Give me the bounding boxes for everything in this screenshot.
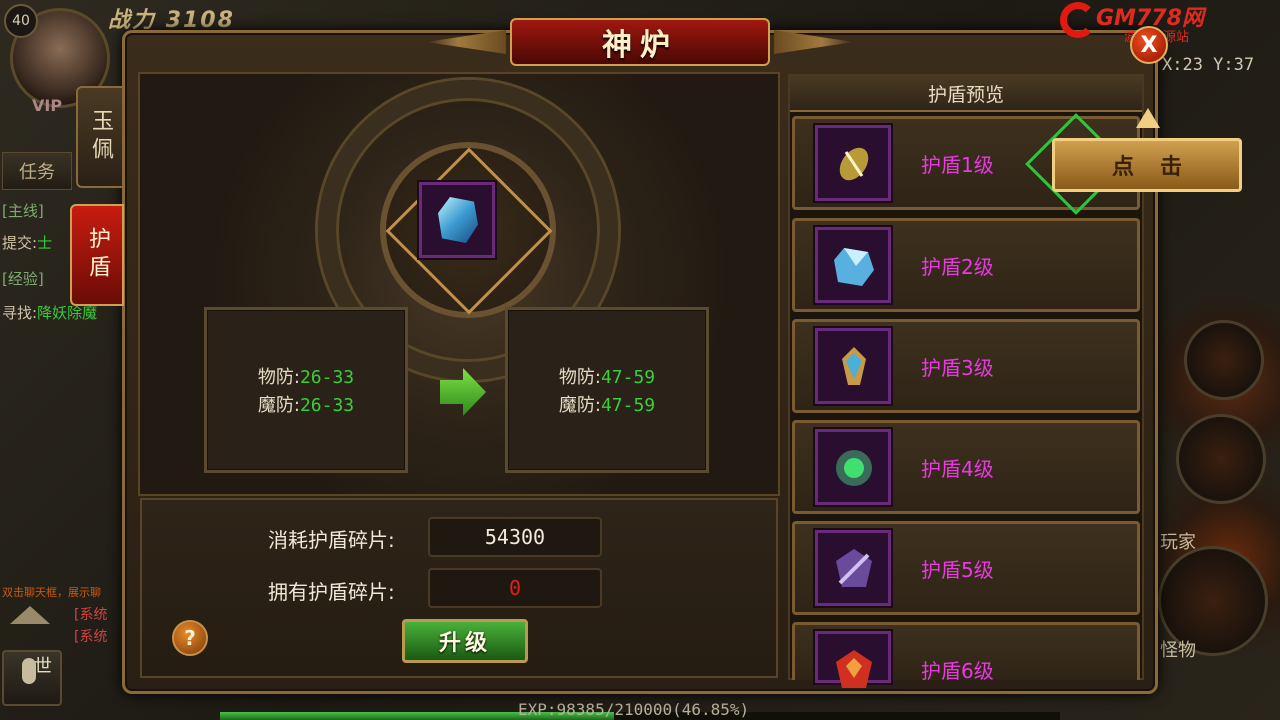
level-badge: 40 [4,4,38,38]
level-label: 护盾4级 [921,457,994,481]
green-orb-shield-icon [836,450,872,486]
list-item[interactable]: 护盾2级 [792,218,1140,312]
preview-header: 护盾预览 [790,76,1142,112]
cost-need-label: 消耗护盾碎片: [268,528,395,552]
phys-defense-row: 物防:47-59 [558,367,656,388]
target-player-button[interactable]: 玩家 [1160,528,1196,554]
level-label: 护盾6级 [921,659,994,683]
tab-shield[interactable]: 护盾 [70,204,124,306]
chat-hint: 双击聊天框，展示聊 [2,586,101,599]
system-message: [系统 [74,607,108,623]
level-label: 护盾2级 [921,255,994,279]
magic-defense-row: 魔防:47-59 [558,395,656,416]
skill-slot[interactable] [1184,320,1264,400]
vip-badge[interactable]: VIP [32,96,62,115]
cost-need-value: 54300 [428,517,602,557]
list-item[interactable]: 护盾4级 [792,420,1140,514]
cost-have-value: 0 [428,568,602,608]
list-item[interactable]: 护盾5级 [792,521,1140,615]
help-button[interactable]: ? [172,620,208,656]
panel-title-plate: 神炉 [420,16,860,72]
phys-defense-row: 物防:26-33 [257,367,355,388]
tutorial-click-button[interactable]: 点击 [1052,138,1242,192]
chat-expand-icon[interactable] [10,606,50,624]
next-stats-box: 物防:47-59 魔防:47-59 [505,307,709,473]
watermark-logo-icon [1060,2,1096,38]
exp-text: EXP:98385/210000(46.85%) [518,700,750,719]
red-shield-icon [836,650,872,688]
item-slot [815,429,891,505]
task-tab[interactable]: 任务 [2,152,72,190]
quest-submit[interactable]: 提交:士 [2,232,52,253]
item-slot [815,631,891,688]
item-slot [815,530,891,606]
list-item[interactable]: 护盾6级 [792,622,1140,688]
quest-main-tag[interactable]: [主线] [2,200,44,221]
upgrade-button[interactable]: 升级 [402,619,528,663]
item-slot [815,125,891,201]
purple-shield-icon [836,549,872,587]
close-button[interactable]: X [1130,26,1168,64]
magic-defense-row: 魔防:26-33 [257,395,355,416]
tab-jade-pendant[interactable]: 玉佩 [76,86,124,188]
level-label: 护盾5级 [921,558,994,582]
blue-crystal-shield-icon [834,248,874,286]
target-monster-button[interactable]: 怪物 [1160,636,1196,662]
winged-shield-icon [842,347,866,385]
tutorial-pointer-icon [1136,108,1160,128]
level-label: 护盾3级 [921,356,994,380]
map-coordinates: X:23 Y:37 [1162,55,1255,75]
ornament-right [774,30,854,54]
quest-exp-tag[interactable]: [经验] [2,268,44,289]
blue-crystal-shield-icon [438,197,478,243]
item-slot [815,227,891,303]
current-shield-slot[interactable] [419,182,495,258]
cost-have-label: 拥有护盾碎片: [268,580,395,604]
gold-shield-icon [839,147,869,181]
item-slot [815,328,891,404]
current-stats-box: 物防:26-33 魔防:26-33 [204,307,408,473]
level-label: 护盾1级 [921,153,994,177]
world-channel-label: 世 [34,656,52,677]
list-item[interactable]: 护盾3级 [792,319,1140,413]
attack-skill-button[interactable] [1176,414,1266,504]
panel-title: 神炉 [510,18,770,66]
ornament-left [426,30,506,54]
system-message: [系统 [74,629,108,645]
